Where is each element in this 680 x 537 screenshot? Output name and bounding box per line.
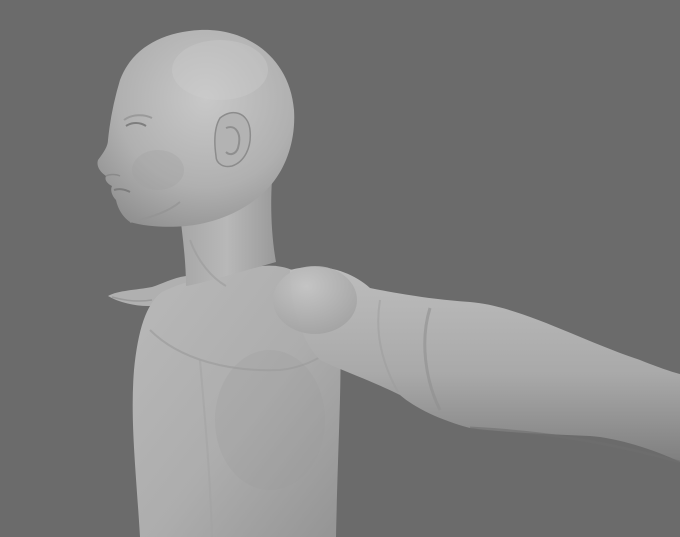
- 3d-viewport[interactable]: [0, 0, 680, 537]
- shoulder: [273, 266, 357, 334]
- cheek-shadow: [132, 150, 184, 190]
- scalp-highlight: [172, 40, 268, 100]
- viewport-background: [0, 0, 680, 537]
- torso-shadow: [215, 350, 325, 490]
- render-canvas: [0, 0, 680, 537]
